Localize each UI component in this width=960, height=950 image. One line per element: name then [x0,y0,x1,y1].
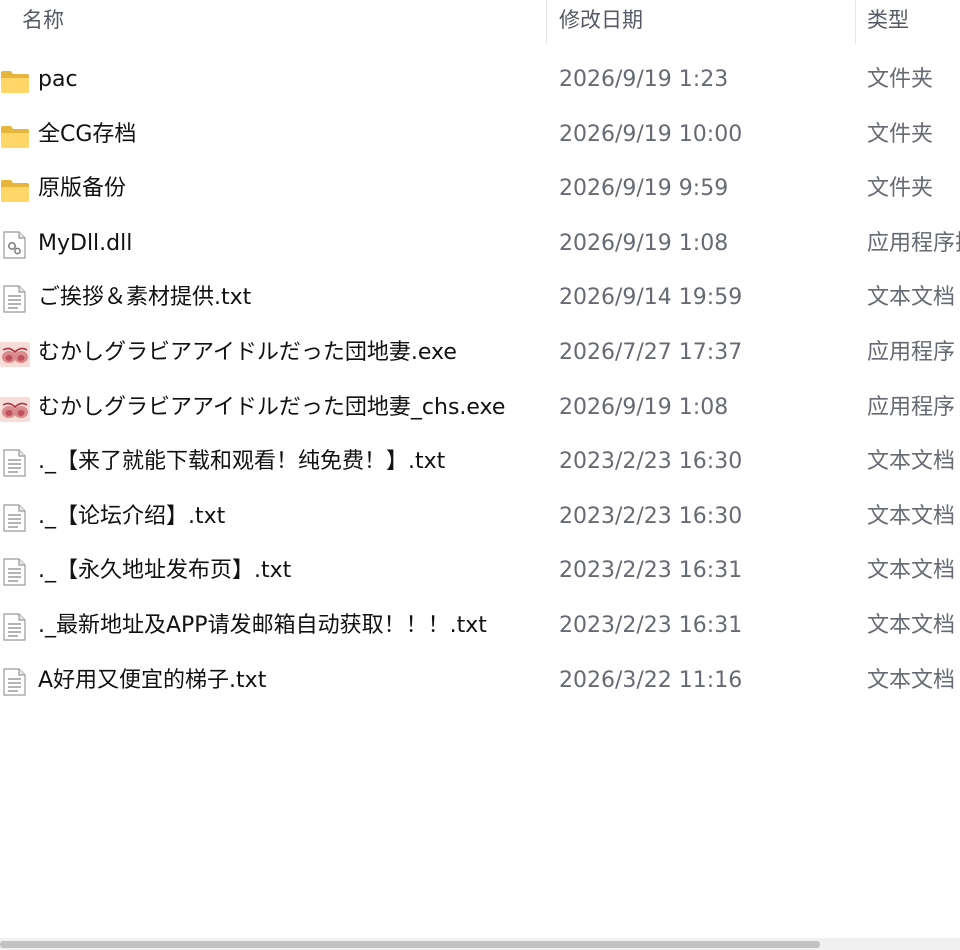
file-modified-date: 2023/2/23 16:30 [559,503,743,529]
file-modified-date: 2026/9/19 1:08 [559,230,729,256]
file-type: 文本文档 [867,667,956,693]
file-name[interactable]: ._【永久地址发布页】.txt [38,544,291,598]
text-file-icon [0,504,30,532]
file-type: 文件夹 [867,121,934,147]
file-modified-date: 2026/3/22 11:16 [559,667,743,693]
text-file-icon [0,285,30,313]
file-row[interactable]: ._最新地址及APP请发邮箱自动获取！！！.txt 2023/2/23 16:31… [0,599,960,654]
file-row[interactable]: ご挨拶＆素材提供.txt 2026/9/14 19:59 文本文档 [0,271,960,326]
app-icon [0,395,30,423]
file-row[interactable]: 全CG存档 2026/9/19 10:00 文件夹 [0,108,960,163]
file-type: 文件夹 [867,67,934,92]
file-row[interactable]: ._【永久地址发布页】.txt 2023/2/23 16:31 文本文档 [0,544,960,599]
file-type: 文本文档 [867,285,956,311]
file-modified-date: 2023/2/23 16:30 [559,449,743,475]
file-type: 文件夹 [867,176,934,202]
scrollbar-thumb[interactable] [0,941,820,948]
file-modified-date: 2026/9/19 9:59 [559,176,729,202]
column-header-name[interactable]: 名称 [22,4,542,44]
column-header-type[interactable]: 类型 [867,4,960,44]
file-list: pac 2026/9/19 1:23 文件夹 全CG存档 2026/9/19 10:00… [0,53,960,708]
app-icon [0,340,30,368]
folder-icon [0,122,30,150]
file-type: 文本文档 [867,558,956,584]
file-modified-date: 2026/9/14 19:59 [559,285,743,311]
folder-icon [0,176,30,204]
text-file-icon [0,558,30,586]
dll-file-icon [0,231,30,259]
file-modified-date: 2026/9/19 1:08 [559,394,729,420]
folder-icon [0,67,30,95]
file-modified-date: 2023/2/23 16:31 [559,558,743,584]
file-row[interactable]: ._【来了就能下载和观看！纯免费！】.txt 2023/2/23 16:30 文本文… [0,435,960,490]
file-name[interactable]: 全CG存档 [38,108,136,162]
file-name[interactable]: むかしグラビアアイドルだった団地妻.exe [38,326,457,380]
file-row[interactable]: 原版备份 2026/9/19 9:59 文件夹 [0,162,960,217]
column-header-date[interactable]: 修改日期 [559,4,839,44]
file-row[interactable]: pac 2026/9/19 1:23 文件夹 [0,53,960,108]
file-explorer-window: 名称 修改日期 类型 pac 2026/9/19 1:23 文件夹 全CG存档 2026… [0,0,960,950]
file-name[interactable]: MyDll.dll [38,217,132,271]
text-file-icon [0,449,30,477]
text-file-icon [0,667,30,696]
file-name[interactable]: むかしグラビアアイドルだった団地妻_chs.exe [38,381,505,435]
file-modified-date: 2026/7/27 17:37 [559,339,743,365]
file-type: 文本文档 [867,449,956,475]
file-name[interactable]: 原版备份 [38,162,126,216]
file-type: 文本文档 [867,503,956,529]
file-type: 文本文档 [867,612,956,638]
file-name[interactable]: A好用又便宜的梯子.txt [38,654,266,708]
text-file-icon [0,613,30,641]
file-row[interactable]: ._【论坛介绍】.txt 2023/2/23 16:30 文本文档 [0,490,960,545]
file-type: 应用程序 [867,394,956,420]
file-name[interactable]: ご挨拶＆素材提供.txt [38,271,251,325]
file-modified-date: 2026/9/19 1:23 [559,67,729,92]
file-name[interactable]: ._【来了就能下载和观看！纯免费！】.txt [38,435,445,489]
file-name[interactable]: ._最新地址及APP请发邮箱自动获取！！！.txt [38,599,487,653]
column-header-bar: 名称 修改日期 类型 [0,0,960,44]
file-row[interactable]: むかしグラビアアイドルだった団地妻.exe 2026/7/27 17:37 应用程序 [0,326,960,381]
file-name[interactable]: ._【论坛介绍】.txt [38,490,225,544]
file-modified-date: 2023/2/23 16:31 [559,612,743,638]
file-name[interactable]: pac [38,53,78,107]
file-row[interactable]: A好用又便宜的梯子.txt 2026/3/22 11:16 文本文档 [0,654,960,709]
file-type: 应用程序扩 [867,230,960,256]
file-row[interactable]: むかしグラビアアイドルだった団地妻_chs.exe 2026/9/19 1:08 应… [0,381,960,436]
horizontal-scrollbar[interactable] [0,938,960,950]
file-row[interactable]: MyDll.dll 2026/9/19 1:08 应用程序扩 [0,217,960,272]
file-modified-date: 2026/9/19 10:00 [559,121,743,147]
column-divider[interactable] [546,0,547,44]
file-type: 应用程序 [867,339,956,365]
column-divider[interactable] [855,0,856,44]
